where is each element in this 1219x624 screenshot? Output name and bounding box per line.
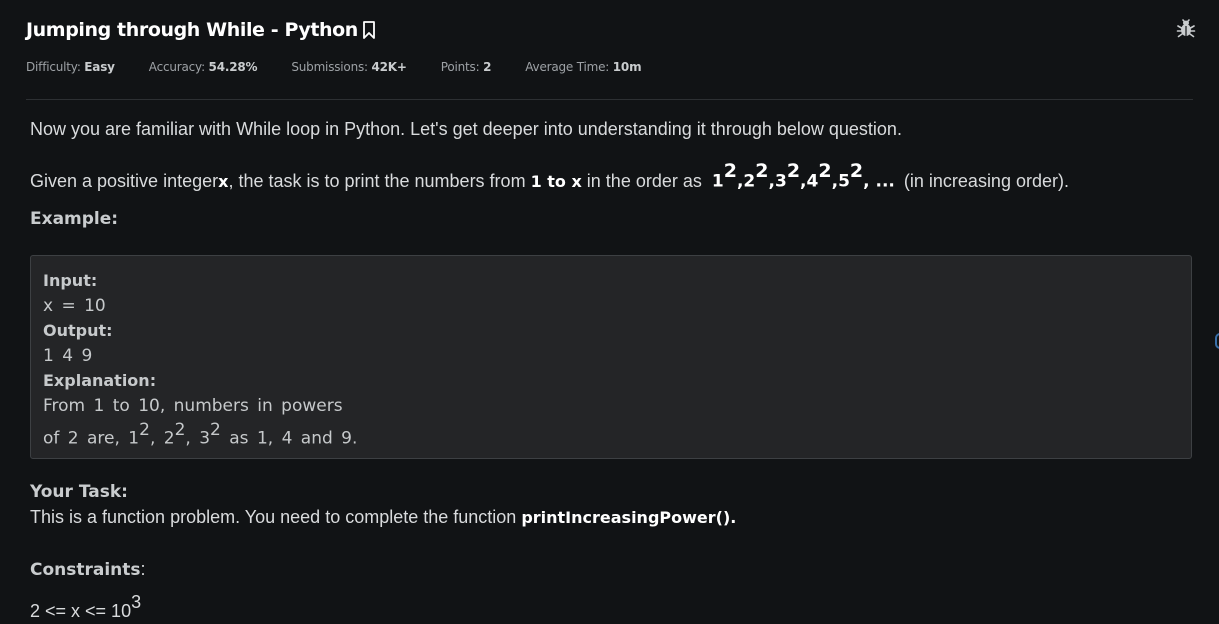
- input-value: x = 10: [43, 296, 106, 316]
- function-name: printIncreasingPower().: [521, 508, 737, 527]
- problem-meta: Difficulty: Easy Accuracy: 54.28% Submis…: [26, 60, 1193, 74]
- header-divider: [26, 99, 1193, 100]
- problem-header: Jumping through While - Python Difficult…: [26, 17, 1196, 74]
- bookmark-icon[interactable]: [362, 20, 376, 40]
- your-task-section: Your Task: This is a function problem. Y…: [30, 481, 736, 532]
- intro-text: Now you are familiar with While loop in …: [30, 119, 902, 139]
- constraints-section: Constraints: 2 <= x <= 103: [30, 558, 146, 624]
- problem-statement: Now you are familiar with While loop in …: [30, 118, 1192, 229]
- constraints-heading: Constraints: [30, 560, 141, 580]
- example-heading: Example:: [30, 208, 119, 229]
- input-label: Input:: [43, 271, 98, 290]
- points-meta: Points: 2: [440, 60, 492, 74]
- output-label: Output:: [43, 321, 113, 340]
- accuracy-meta: Accuracy: 54.28%: [148, 60, 258, 74]
- task-text: This is a function problem. You need to …: [30, 507, 737, 527]
- var-x: x: [218, 171, 229, 191]
- range-text: 1 to x: [530, 171, 582, 191]
- constraint-value: 2 <= x <= 103: [30, 592, 142, 621]
- constraints-heading-row: Constraints:: [30, 559, 146, 580]
- explanation-label: Explanation:: [43, 371, 157, 390]
- title-row: Jumping through While - Python: [26, 17, 1196, 43]
- explanation-line-1: From 1 to 10, numbers in powers: [43, 396, 343, 416]
- difficulty-meta: Difficulty: Easy: [26, 60, 115, 74]
- example-box: Input: x = 10 Output: 1 4 9 Explanation:…: [30, 255, 1192, 459]
- powers-sequence: 12,22,32,42,52, ...: [711, 160, 895, 192]
- explanation-line-2: of 2 are, 12, 22, 32 as 1, 4 and 9.: [43, 420, 358, 449]
- average-time-meta: Average Time: 10m: [525, 60, 642, 74]
- task-heading: Your Task:: [30, 482, 128, 502]
- given-text: Given a positive integer x, the task is …: [30, 159, 1192, 197]
- scroll-edge-indicator[interactable]: [1215, 333, 1219, 349]
- problem-title: Jumping through While - Python: [26, 19, 358, 41]
- submissions-meta: Submissions: 42K+: [291, 60, 407, 74]
- output-value: 1 4 9: [43, 346, 93, 366]
- bug-icon[interactable]: [1175, 17, 1197, 39]
